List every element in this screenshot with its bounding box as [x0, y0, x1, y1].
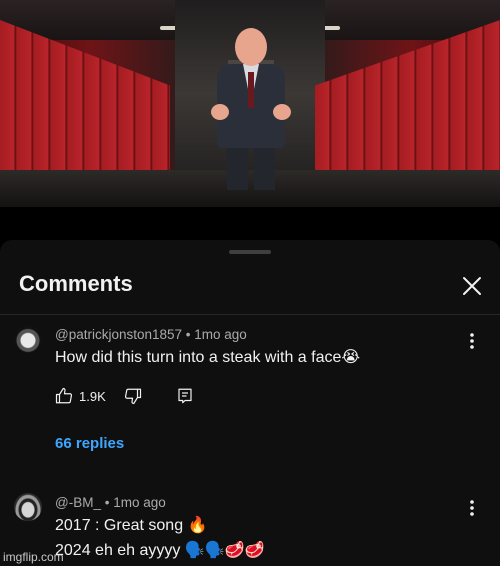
comment-menu-button[interactable] — [462, 496, 482, 520]
like-button[interactable]: 1.9K — [55, 387, 106, 405]
header-divider — [0, 314, 500, 315]
dislike-button[interactable] — [124, 387, 142, 405]
reply-comment-icon — [178, 388, 192, 404]
comment-text-line-2: 2024 eh eh ayyyy 🗣️🗣️🥩🥩 — [55, 542, 265, 559]
comments-title: Comments — [19, 271, 133, 296]
more-vert-icon — [470, 333, 474, 349]
comment-meta: @patrickjonston1857 • 1mo ago — [55, 327, 247, 342]
comment-menu-button[interactable] — [462, 329, 482, 353]
close-icon — [463, 277, 481, 295]
comment-age: 1mo ago — [113, 495, 166, 510]
comment-age: 1mo ago — [194, 327, 247, 342]
person-in-video — [205, 20, 295, 190]
thumbs-down-icon — [124, 388, 141, 405]
drag-handle[interactable] — [229, 250, 271, 254]
thumbs-up-icon — [55, 387, 73, 404]
close-button[interactable] — [458, 272, 486, 300]
reply-button[interactable] — [176, 387, 194, 405]
more-vert-icon — [470, 500, 474, 516]
comment-author[interactable]: @-BM_ — [55, 495, 101, 510]
comment-text-line-1: 2017 : Great song 🔥 — [55, 517, 208, 534]
watermark: imgflip.com — [3, 550, 64, 564]
like-count: 1.9K — [79, 388, 106, 404]
view-replies-link[interactable]: 66 replies — [55, 435, 124, 452]
comment-actions: 1.9K — [55, 384, 194, 408]
avatar[interactable] — [14, 325, 42, 353]
comment-meta: @-BM_ • 1mo ago — [55, 495, 166, 510]
meta-separator: • — [185, 327, 195, 342]
avatar[interactable] — [14, 493, 42, 521]
meta-separator: • — [104, 495, 114, 510]
video-player[interactable] — [0, 0, 500, 207]
comment-author[interactable]: @patrickjonston1857 — [55, 327, 182, 342]
comment-text: How did this turn into a steak with a fa… — [55, 349, 361, 366]
